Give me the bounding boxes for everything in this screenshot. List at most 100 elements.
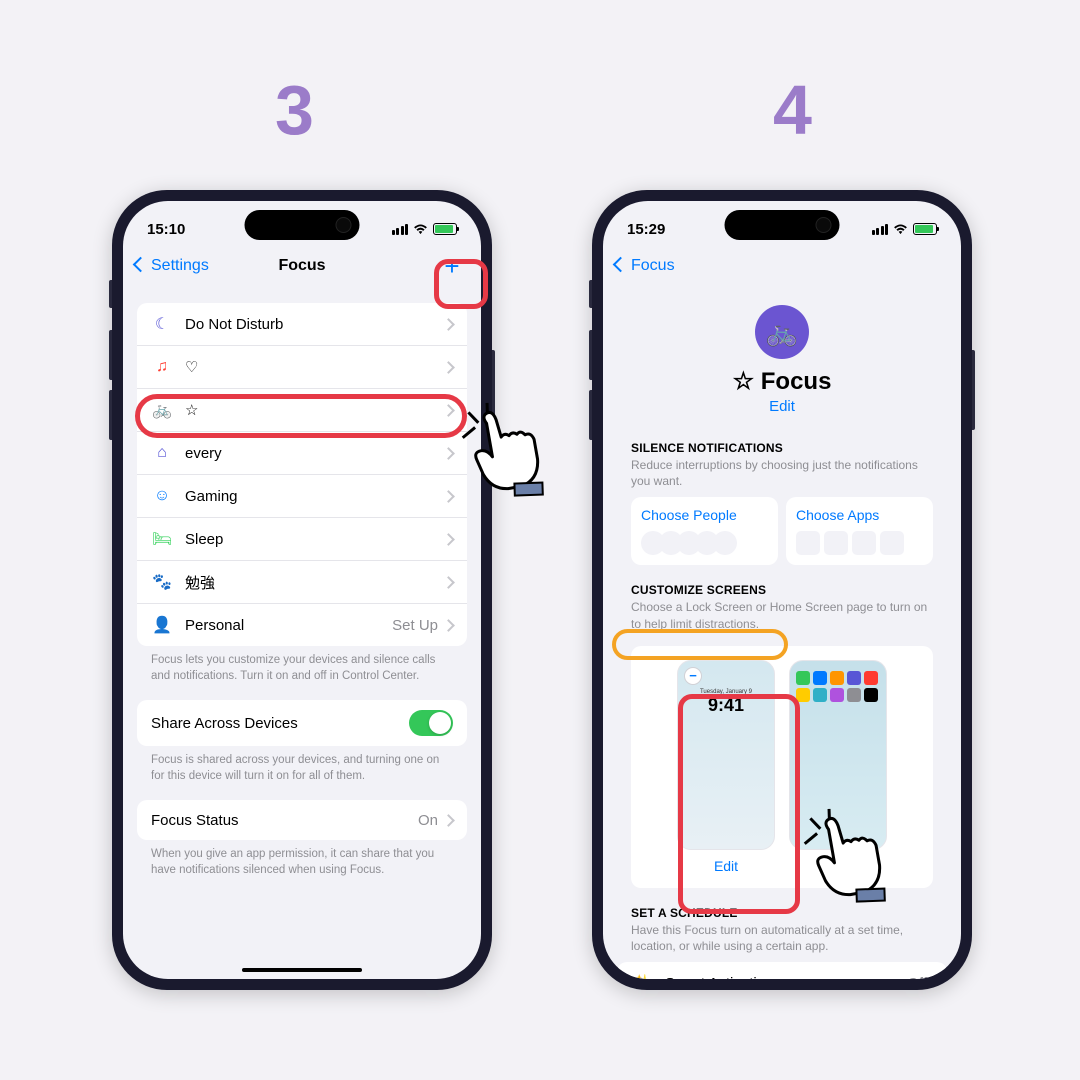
remove-icon[interactable]: −: [684, 667, 702, 685]
dynamic-island: [725, 210, 840, 240]
customize-sub: Choose a Lock Screen or Home Screen page…: [617, 599, 947, 639]
focus-title: ☆ Focus: [617, 367, 947, 396]
back-label: Settings: [151, 257, 209, 275]
row-label: Smart Activation: [665, 975, 907, 979]
row-detail: Off: [907, 975, 927, 979]
schedule-section: ✨ Smart Activation Off: [617, 962, 947, 979]
chevron-right-icon: [444, 486, 453, 506]
chevron-right-icon: [444, 810, 453, 830]
row-detail: Set Up: [392, 617, 438, 634]
power-button: [492, 350, 495, 430]
bike-icon: 🚲: [151, 399, 173, 421]
row-label: Sleep: [185, 531, 444, 548]
row-gaming[interactable]: ☺ Gaming: [137, 475, 467, 518]
silence-title: SILENCE NOTIFICATIONS: [617, 423, 947, 457]
mini-lock-screen: − Tuesday, January 9 9:41: [677, 660, 775, 850]
edit-home-screen[interactable]: Edit: [789, 858, 887, 874]
row-heart[interactable]: ♫ ♡: [137, 346, 467, 389]
edit-button[interactable]: Edit: [617, 398, 947, 415]
wifi-icon: [413, 224, 428, 235]
chevron-right-icon: [444, 529, 453, 549]
signal-icon: [392, 224, 409, 235]
screen-right: 15:29 Focus 🚲 ☆ Focus Edit: [603, 201, 961, 979]
wand-icon: ✨: [631, 972, 653, 979]
row-every[interactable]: ⌂ every: [137, 432, 467, 475]
row-label: 勉強: [185, 572, 444, 593]
row-label: ☆: [185, 401, 444, 419]
focus-icon-circle: 🚲: [755, 305, 809, 359]
home-screen-preview[interactable]: Edit: [789, 660, 887, 874]
nav-bar: Settings Focus +: [123, 245, 481, 287]
status-footnote: When you give an app permission, it can …: [137, 840, 467, 878]
home-indicator[interactable]: [242, 968, 362, 972]
silent-switch: [109, 280, 112, 308]
silence-sub: Reduce interruptions by choosing just th…: [617, 457, 947, 497]
status-time: 15:29: [627, 221, 665, 238]
paw-icon: 🐾: [151, 571, 173, 593]
step-number-4: 4: [773, 70, 812, 150]
people-placeholders: [641, 531, 768, 555]
chevron-right-icon: [444, 615, 453, 635]
share-section: Share Across Devices: [137, 700, 467, 746]
phone-frame-left: 15:10 Settings Focus + ☾ Do Not Disturb: [112, 190, 492, 990]
row-bike[interactable]: 🚲 ☆: [137, 389, 467, 432]
edit-lock-screen[interactable]: Edit: [677, 858, 775, 874]
house-icon: ⌂: [151, 442, 173, 464]
power-button: [972, 350, 975, 430]
person-icon: 👤: [151, 614, 173, 636]
customize-title: CUSTOMIZE SCREENS: [617, 565, 947, 599]
choose-grid: Choose People Choose Apps: [617, 497, 947, 565]
row-focus-status[interactable]: Focus Status On: [137, 800, 467, 840]
row-label: Focus Status: [151, 812, 418, 829]
screen-left: 15:10 Settings Focus + ☾ Do Not Disturb: [123, 201, 481, 979]
volume-up: [589, 330, 592, 380]
bed-icon: 🛏: [151, 528, 173, 550]
bike-icon: 🚲: [766, 317, 798, 348]
app-icons: [790, 661, 886, 712]
share-footnote: Focus is shared across your devices, and…: [137, 746, 467, 784]
row-dnd[interactable]: ☾ Do Not Disturb: [137, 303, 467, 346]
headphones-icon: ♫: [151, 356, 173, 378]
row-label: every: [185, 445, 444, 462]
share-toggle[interactable]: [409, 710, 453, 736]
row-label: ♡: [185, 358, 444, 376]
focus-list: ☾ Do Not Disturb ♫ ♡ 🚲 ☆ ⌂ every: [137, 303, 467, 646]
focus-header: 🚲 ☆ Focus Edit: [617, 287, 947, 423]
back-label: Focus: [631, 257, 675, 275]
add-button[interactable]: +: [437, 251, 467, 281]
chevron-right-icon: [444, 357, 453, 377]
row-label: Do Not Disturb: [185, 316, 444, 333]
row-study[interactable]: 🐾 勉強: [137, 561, 467, 604]
back-button[interactable]: Settings: [135, 257, 209, 275]
row-label: Personal: [185, 617, 392, 634]
screens-section: − Tuesday, January 9 9:41 Edit Edit: [631, 646, 933, 888]
row-label: Share Across Devices: [151, 715, 409, 732]
choose-people-title: Choose People: [641, 507, 768, 523]
star-icon: ☆: [733, 368, 761, 395]
choose-people-card[interactable]: Choose People: [631, 497, 778, 565]
content[interactable]: ☾ Do Not Disturb ♫ ♡ 🚲 ☆ ⌂ every: [123, 287, 481, 979]
choose-apps-card[interactable]: Choose Apps: [786, 497, 933, 565]
row-personal[interactable]: 👤 Personal Set Up: [137, 604, 467, 646]
row-sleep[interactable]: 🛏 Sleep: [137, 518, 467, 561]
volume-down: [589, 390, 592, 440]
moon-icon: ☾: [151, 313, 173, 335]
chevron-right-icon: [444, 443, 453, 463]
status-time: 15:10: [147, 221, 185, 238]
row-label: Gaming: [185, 488, 444, 505]
back-button[interactable]: Focus: [615, 257, 675, 275]
signal-icon: [872, 224, 889, 235]
row-share: Share Across Devices: [137, 700, 467, 746]
mini-home-screen: [789, 660, 887, 850]
lock-screen-preview[interactable]: − Tuesday, January 9 9:41 Edit: [677, 660, 775, 874]
row-smart-activation[interactable]: ✨ Smart Activation Off: [617, 962, 947, 979]
status-indicators: [392, 223, 458, 235]
chevron-left-icon: [135, 257, 149, 275]
content[interactable]: 🚲 ☆ Focus Edit SILENCE NOTIFICATIONS Red…: [603, 287, 961, 979]
schedule-sub: Have this Focus turn on automatically at…: [617, 922, 947, 962]
schedule-title: SET A SCHEDULE: [617, 888, 947, 922]
focus-footnote: Focus lets you customize your devices an…: [137, 646, 467, 684]
status-indicators: [872, 223, 938, 235]
chevron-left-icon: [615, 257, 629, 275]
choose-apps-title: Choose Apps: [796, 507, 923, 523]
